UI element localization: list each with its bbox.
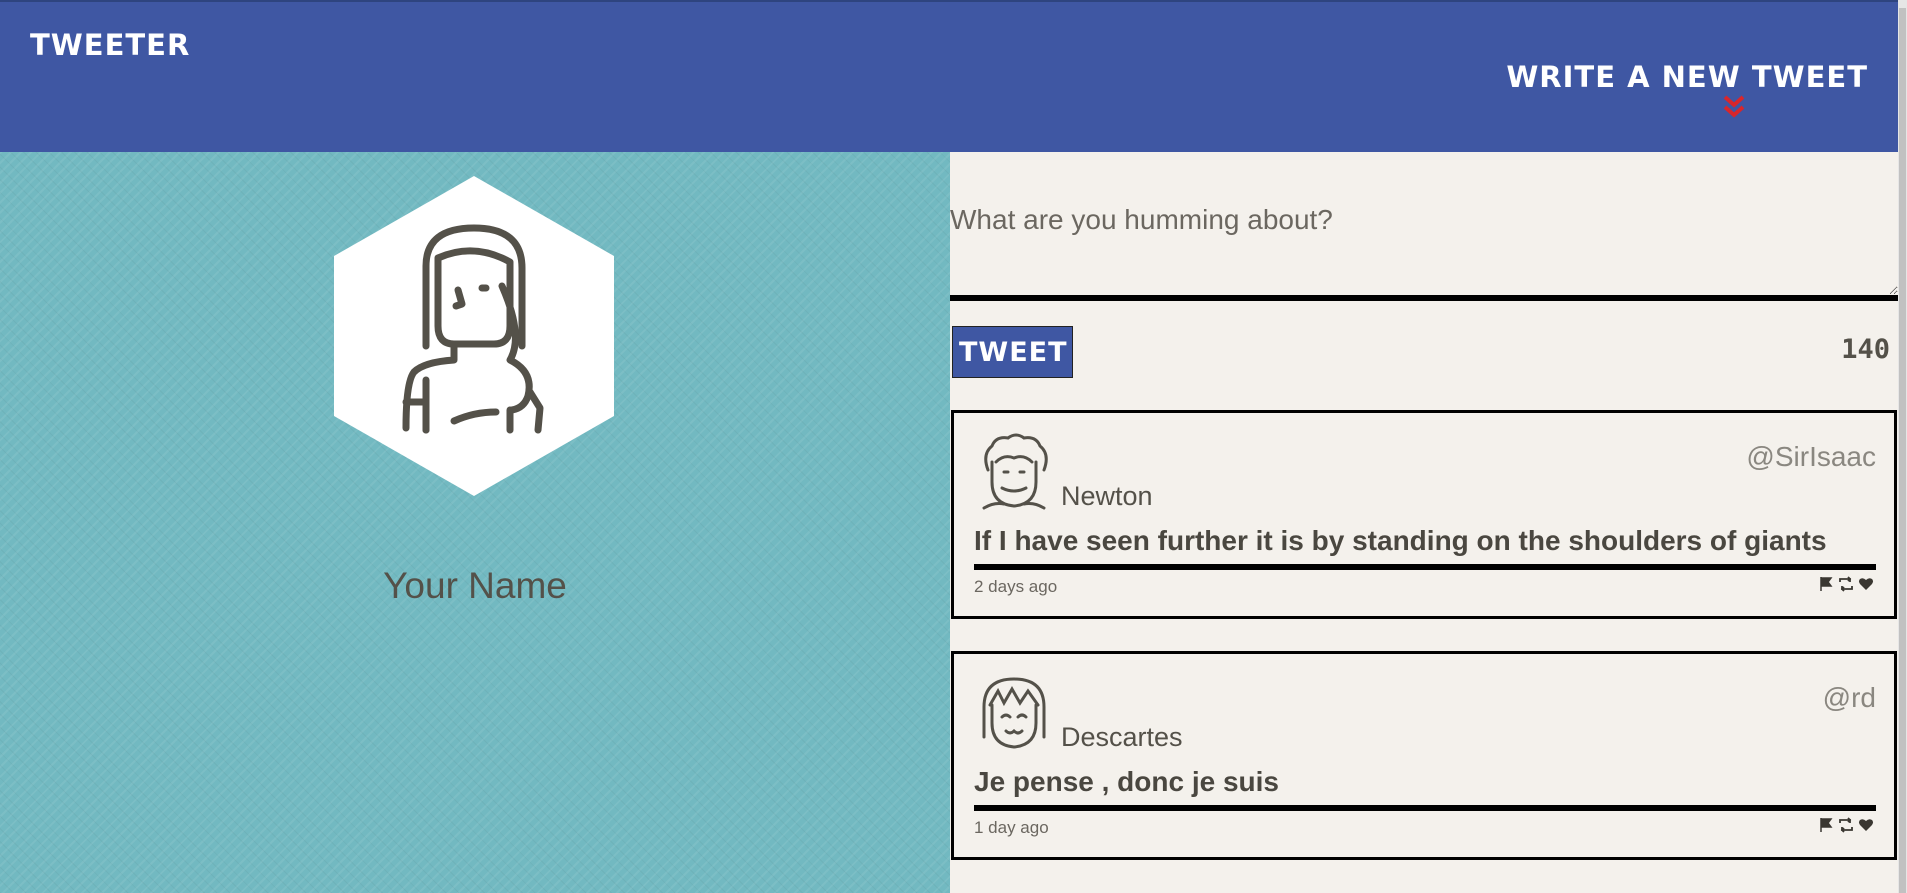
bangs-avatar-icon [982,677,1046,749]
profile-panel: Your Name [0,152,950,893]
tweet-timestamp: 2 days ago [974,577,1058,596]
top-nav-bar: Tweeter Write a new tweet [0,0,1898,152]
flag-icon[interactable] [1818,576,1834,592]
write-new-tweet-label: Write a new tweet [1506,60,1868,94]
tweet-display-name: Descartes [1061,722,1183,752]
tweet-timestamp: 1 day ago [974,818,1049,837]
retweet-icon[interactable] [1838,817,1854,833]
char-counter: 140 [1841,334,1890,365]
write-new-tweet-button[interactable]: Write a new tweet [1506,60,1868,118]
profile-name: Your Name [383,565,567,606]
heart-icon[interactable] [1858,576,1874,592]
user-avatar-icon [334,176,614,496]
heart-icon[interactable] [1858,817,1874,833]
tweet-handle[interactable]: @rd [1823,682,1876,714]
tweet-actions [1818,576,1874,592]
brand-logo[interactable]: Tweeter [30,28,190,62]
flag-icon[interactable] [1818,817,1834,833]
tweet-content: If I have seen further it is by standing… [974,525,1827,556]
curly-hair-avatar-icon [982,433,1048,510]
tweet-input[interactable] [950,204,1898,301]
tweet-card: Descartes @rd Je pense , donc je suis 1 … [951,651,1897,860]
tweet-card: Newton @SirIsaac If I have seen further … [951,410,1897,619]
double-chevron-down-icon[interactable] [1721,94,1747,120]
retweet-icon[interactable] [1838,576,1854,592]
tweet-actions [1818,817,1874,833]
tweet-submit-button[interactable]: Tweet [952,326,1073,378]
scrollbar-thumb[interactable] [1899,8,1906,893]
tweet-display-name: Newton [1061,481,1153,511]
tweet-divider [974,805,1876,811]
tweet-handle[interactable]: @SirIsaac [1746,441,1876,473]
tweet-divider [974,564,1876,570]
tweet-content: Je pense , donc je suis [974,766,1280,797]
page-scrollbar[interactable] [1898,0,1907,893]
